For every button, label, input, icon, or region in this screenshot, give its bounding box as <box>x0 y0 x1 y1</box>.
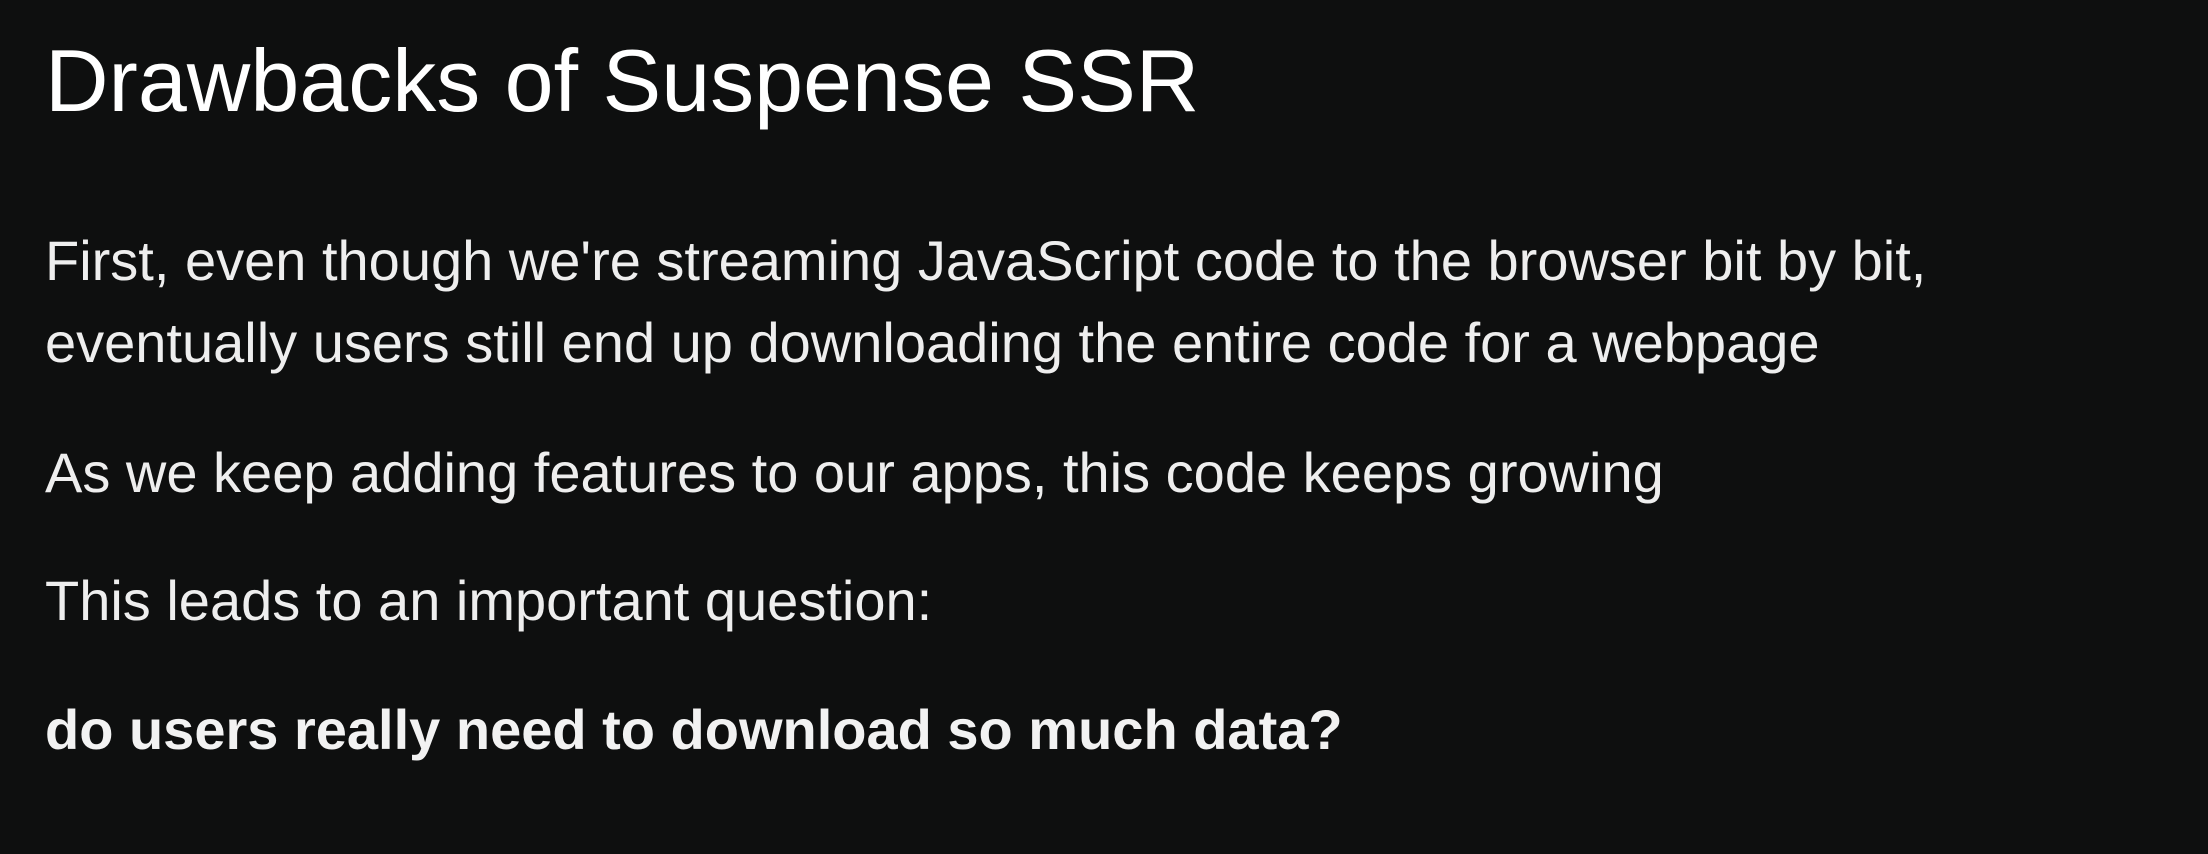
paragraph-streaming-line-1: First, even though we're streaming JavaS… <box>45 229 1927 292</box>
paragraph-streaming-line-2: eventually users still end up downloadin… <box>45 311 1820 374</box>
paragraph-code-growing: As we keep adding features to our apps, … <box>45 441 1664 504</box>
slide-title: Drawbacks of Suspense SSR <box>45 31 1200 130</box>
paragraph-streaming: First, even though we're streaming JavaS… <box>45 220 1926 384</box>
slide: Drawbacks of Suspense SSR First, even th… <box>0 0 2208 854</box>
paragraph-important-question: This leads to an important question: <box>45 569 933 632</box>
bold-question: do users really need to download so much… <box>45 698 1343 761</box>
